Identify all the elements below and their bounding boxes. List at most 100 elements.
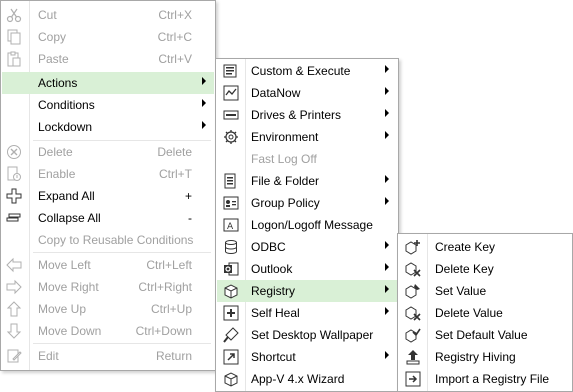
menu-item-actions[interactable]: Actions	[2, 72, 214, 94]
menu-item-registry[interactable]: Registry	[217, 280, 397, 302]
menu-item-odbc[interactable]: ODBC	[217, 236, 397, 258]
shortcut-text: Ctrl+Left	[146, 258, 192, 272]
menu-item-set-desktop-wallpaper[interactable]: Set Desktop Wallpaper	[217, 324, 397, 346]
arrow-up-icon	[6, 301, 22, 317]
menu-item-environment[interactable]: Environment	[217, 126, 397, 148]
menu-item-label: Environment	[251, 130, 319, 144]
create-key-icon	[405, 239, 421, 255]
menu-item-import-registry-file[interactable]: Import a Registry File	[399, 368, 571, 390]
menu-item-label: Paste	[38, 52, 69, 66]
arrow-left-icon	[6, 257, 22, 273]
submenu-arrow-icon	[385, 131, 389, 139]
menu-item-label: ODBC	[251, 240, 286, 254]
menu-item-label: Delete Value	[435, 306, 503, 320]
submenu-arrow-icon	[385, 175, 389, 183]
menu-item-label: Edit	[38, 349, 59, 363]
menu-item-copy[interactable]: Copy Ctrl+C	[2, 26, 214, 48]
menu-item-enable[interactable]: Enable Ctrl+T	[2, 163, 214, 185]
menu-item-set-value[interactable]: Set Value	[399, 280, 571, 302]
self-heal-icon	[223, 305, 239, 321]
menu-item-conditions[interactable]: Conditions	[2, 94, 214, 116]
menu-item-fast-log-off[interactable]: Fast Log Off	[217, 148, 397, 170]
arrow-down-icon	[6, 323, 22, 339]
menu-item-label: App-V 4.x Wizard	[251, 372, 345, 386]
submenu-arrow-icon	[385, 241, 389, 249]
menu-item-copy-to-reusable-conditions[interactable]: Copy to Reusable Conditions	[2, 229, 214, 251]
shortcut-text: Ctrl+V	[158, 52, 192, 66]
menu-item-label: Conditions	[38, 98, 95, 112]
menu-item-file-folder[interactable]: File & Folder	[217, 170, 397, 192]
file-folder-icon	[223, 173, 239, 189]
menu-item-move-left[interactable]: Move Left Ctrl+Left	[2, 254, 214, 276]
arrow-right-icon	[6, 279, 22, 295]
menu-item-label: Delete	[38, 145, 73, 159]
scissors-icon	[6, 7, 22, 23]
menu-item-move-right[interactable]: Move Right Ctrl+Right	[2, 276, 214, 298]
menu-item-label: Custom & Execute	[251, 64, 351, 78]
menu-item-datanow[interactable]: DataNow	[217, 82, 397, 104]
menu-item-set-default-value[interactable]: Set Default Value	[399, 324, 571, 346]
menu-item-shortcut[interactable]: Shortcut	[217, 346, 397, 368]
submenu-arrow-icon	[202, 121, 206, 129]
menu-item-delete-key[interactable]: Delete Key	[399, 258, 571, 280]
menu-item-label: Move Right	[38, 280, 99, 294]
drives-printers-icon	[223, 107, 239, 123]
menu-item-label: Expand All	[38, 189, 95, 203]
menu-item-collapse-all[interactable]: Collapse All -	[2, 207, 214, 229]
menu-item-custom-execute[interactable]: Custom & Execute	[217, 60, 397, 82]
menu-item-label: Outlook	[251, 262, 293, 276]
menu-item-move-up[interactable]: Move Up Ctrl+Up	[2, 298, 214, 320]
registry-hiving-icon	[405, 349, 421, 365]
expand-icon	[6, 188, 22, 204]
menu-item-create-key[interactable]: Create Key	[399, 236, 571, 258]
shortcut-text: Ctrl+T	[159, 167, 192, 181]
submenu-arrow-icon	[385, 65, 389, 73]
shortcut-text: -	[188, 211, 192, 225]
shortcut-text: Delete	[157, 145, 192, 159]
menu-item-label: Drives & Printers	[251, 108, 342, 122]
menu-item-lockdown[interactable]: Lockdown	[2, 116, 214, 138]
set-value-icon	[405, 283, 421, 299]
set-default-value-icon	[405, 327, 421, 343]
custom-execute-icon	[223, 63, 239, 79]
menu-item-label: Logon/Logoff Message	[251, 218, 373, 232]
menu-item-self-heal[interactable]: Self Heal	[217, 302, 397, 324]
menu-item-delete-value[interactable]: Delete Value	[399, 302, 571, 324]
menu-item-outlook[interactable]: Outlook	[217, 258, 397, 280]
group-policy-icon	[223, 195, 239, 211]
shortcut-text: Ctrl+Down	[135, 324, 192, 338]
menu-item-paste[interactable]: Paste Ctrl+V	[2, 48, 214, 70]
menu-item-label: Move Down	[38, 324, 102, 338]
menu-item-group-policy[interactable]: Group Policy	[217, 192, 397, 214]
shortcut-text: Return	[155, 349, 192, 363]
menu-item-move-down[interactable]: Move Down Ctrl+Down	[2, 320, 214, 342]
menu-item-drives-printers[interactable]: Drives & Printers	[217, 104, 397, 126]
menu-item-edit[interactable]: Edit Return	[2, 345, 214, 367]
menu-item-delete[interactable]: Delete Delete	[2, 141, 214, 163]
context-menu: Cut Ctrl+X Copy Ctrl+C Paste Ctrl+V Acti…	[0, 0, 216, 371]
menu-item-logon-logoff-message[interactable]: A Logon/Logoff Message	[217, 214, 397, 236]
menu-item-label: Copy	[38, 30, 67, 44]
menu-item-label: Lockdown	[38, 120, 93, 134]
menu-separator	[33, 252, 211, 253]
menu-item-app-v-wizard[interactable]: App-V 4.x Wizard	[217, 368, 397, 390]
menu-item-label: Copy to Reusable Conditions	[38, 233, 194, 247]
delete-value-icon	[405, 305, 421, 321]
menu-item-registry-hiving[interactable]: Registry Hiving	[399, 346, 571, 368]
menu-item-label: Import a Registry File	[435, 372, 550, 386]
edit-icon	[6, 348, 22, 364]
menu-item-label: Fast Log Off	[251, 152, 317, 166]
shortcut-text: Ctrl+X	[158, 8, 192, 22]
submenu-arrow-icon	[385, 351, 389, 359]
shortcut-icon	[223, 349, 239, 365]
menu-item-label: Enable	[38, 167, 76, 181]
menu-item-cut[interactable]: Cut Ctrl+X	[2, 4, 214, 26]
shortcut-text: Ctrl+Right	[138, 280, 192, 294]
message-icon: A	[223, 217, 239, 233]
svg-text:A: A	[227, 222, 234, 232]
menu-item-label: File & Folder	[251, 174, 320, 188]
menu-item-expand-all[interactable]: Expand All +	[2, 185, 214, 207]
menu-item-label: Set Default Value	[435, 328, 528, 342]
submenu-arrow-icon	[385, 109, 389, 117]
submenu-arrow-icon	[202, 77, 206, 85]
